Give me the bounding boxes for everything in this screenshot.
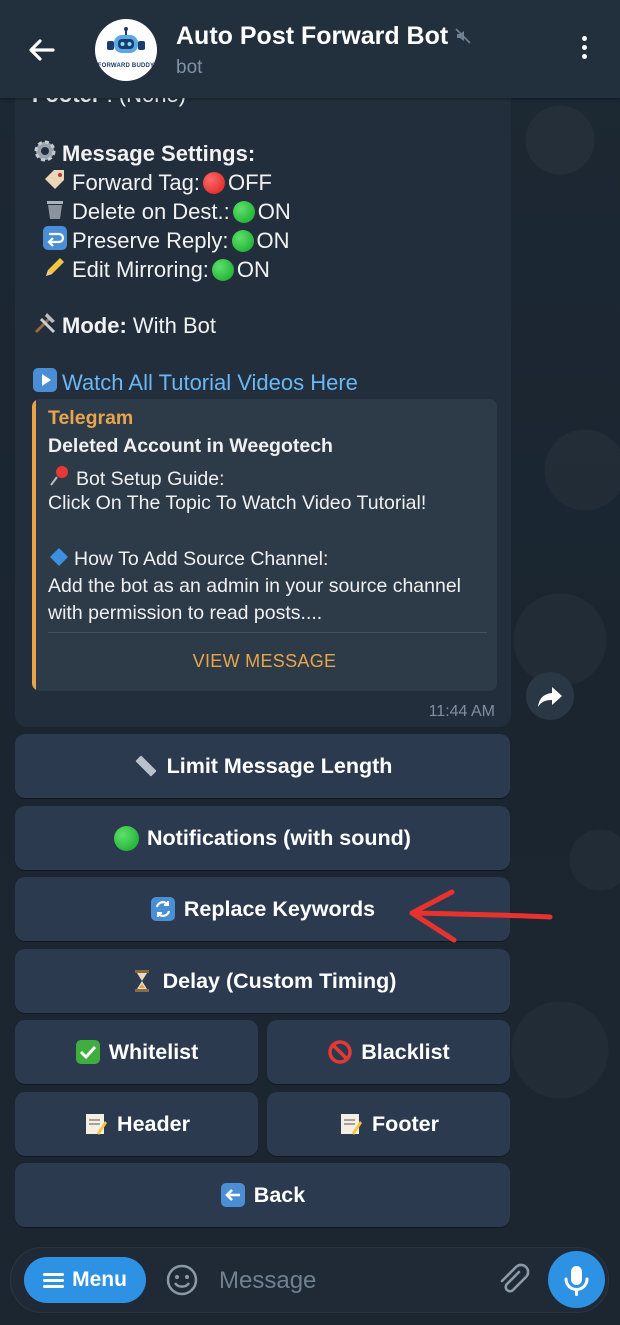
settings-title-line: Message Settings: <box>32 138 255 167</box>
menu-button[interactable]: Menu <box>24 1257 146 1303</box>
green-circle-icon <box>211 259 234 281</box>
preview-site-name: Telegram <box>48 407 134 429</box>
preview-line-2: Click On The Topic To Watch Video Tutori… <box>48 492 427 514</box>
preview-title: Deleted Account in Weegotech <box>48 435 333 457</box>
hammer-wrench-icon <box>34 313 56 334</box>
footer-button[interactable]: Footer <box>267 1092 510 1156</box>
preview-line-1-text: Bot Setup Guide: <box>76 468 225 490</box>
green-circle-icon <box>114 825 140 851</box>
edit-label: Edit Mirroring: <box>72 257 209 282</box>
blacklist-label: Blacklist <box>361 1039 450 1064</box>
delete-value: ON <box>257 199 291 224</box>
pushpin-icon <box>50 466 68 486</box>
limit-message-length-button[interactable]: Limit Message Length <box>15 734 510 798</box>
blue-diamond-icon <box>50 548 68 566</box>
message-input[interactable] <box>217 1262 481 1300</box>
notifications-label: Notifications (with sound) <box>147 825 411 850</box>
left-arrow-icon <box>220 1183 245 1207</box>
tutorial-line: Watch All Tutorial Videos Here <box>32 367 358 396</box>
mode-label: Mode: <box>62 313 127 338</box>
gear-icon <box>34 140 56 162</box>
preview-divider <box>48 632 487 633</box>
chat-header: FORWARD BUDDY Auto Post Forward Bot bot <box>0 0 620 98</box>
more-options-icon[interactable] <box>574 36 594 66</box>
play-button-icon <box>33 368 57 392</box>
edit-value: ON <box>236 257 270 282</box>
memo-icon <box>341 1114 363 1135</box>
paperclip-icon[interactable] <box>495 1262 531 1298</box>
chat-subtitle: bot <box>176 57 203 78</box>
settings-title: Message Settings: <box>62 141 256 166</box>
message-bubble: Footer : (None) Message Settings: Forwar… <box>15 70 511 727</box>
green-circle-icon <box>231 230 254 252</box>
ruler-icon <box>135 755 156 777</box>
hourglass-icon <box>134 970 149 992</box>
red-pointer-arrow-icon <box>409 889 553 943</box>
back-arrow-icon[interactable] <box>22 30 62 70</box>
header-button[interactable]: Header <box>15 1092 258 1156</box>
whitelist-label: Whitelist <box>108 1039 199 1064</box>
replace-label: Replace Keywords <box>183 896 376 921</box>
mode-value: With Bot <box>132 313 217 338</box>
delay-button[interactable]: Delay (Custom Timing) <box>15 949 510 1013</box>
preview-line-3-text: How To Add Source Channel: <box>74 548 329 570</box>
preview-line-1: Bot Setup Guide: <box>48 464 225 491</box>
prohibited-icon <box>328 1040 353 1064</box>
red-circle-icon <box>202 172 225 194</box>
mode-line: Mode: With Bot <box>32 310 216 339</box>
check-mark-icon <box>75 1040 100 1064</box>
preserve-value: ON <box>256 228 290 253</box>
back-button[interactable]: Back <box>15 1163 510 1227</box>
wastebasket-icon <box>47 201 63 219</box>
delete-label: Delete on Dest.: <box>72 199 230 224</box>
header-label: Header <box>117 1111 190 1136</box>
share-icon <box>538 687 562 707</box>
limit-label: Limit Message Length <box>166 753 393 778</box>
preview-line-5: with permission to read posts.... <box>48 602 323 624</box>
memo-icon <box>86 1114 108 1135</box>
forward-tag-value: OFF <box>227 170 272 195</box>
link-preview[interactable]: Telegram Deleted Account in Weegotech Bo… <box>32 399 497 691</box>
bot-avatar[interactable]: FORWARD BUDDY <box>95 19 157 81</box>
return-arrow-icon <box>43 226 67 250</box>
microphone-icon <box>564 1266 589 1296</box>
avatar-brand-text: FORWARD BUDDY <box>97 63 155 69</box>
message-time: 11:44 AM <box>428 703 495 720</box>
footer-label: Footer <box>372 1111 439 1136</box>
preview-line-4: Add the bot as an admin in your source c… <box>48 575 462 597</box>
share-button[interactable] <box>526 672 574 720</box>
muted-speaker-icon <box>455 28 471 44</box>
menu-label: Menu <box>72 1268 127 1291</box>
delete-on-dest-line: Delete on Dest.: ON <box>42 196 291 225</box>
edit-mirroring-line: Edit Mirroring: ON <box>42 254 270 283</box>
whitelist-button[interactable]: Whitelist <box>15 1020 258 1084</box>
tutorial-link[interactable]: Watch All Tutorial Videos Here <box>62 370 358 395</box>
blacklist-button[interactable]: Blacklist <box>267 1020 510 1084</box>
hamburger-icon <box>43 1270 65 1291</box>
robot-logo-icon <box>107 27 145 53</box>
green-circle-icon <box>232 201 255 223</box>
microphone-button[interactable] <box>548 1251 605 1308</box>
preserve-label: Preserve Reply: <box>72 228 229 253</box>
delay-label: Delay (Custom Timing) <box>162 968 397 993</box>
forward-tag-line: Forward Tag: OFF <box>42 167 272 196</box>
preserve-reply-line: Preserve Reply: ON <box>42 225 290 254</box>
back-label: Back <box>253 1182 306 1207</box>
smiley-icon[interactable] <box>165 1263 199 1297</box>
tag-icon <box>45 170 64 189</box>
forward-tag-label: Forward Tag: <box>72 170 200 195</box>
chat-title[interactable]: Auto Post Forward Bot <box>176 22 448 51</box>
view-message-button[interactable]: VIEW MESSAGE <box>32 641 497 681</box>
message-input-bar: Menu <box>10 1247 609 1313</box>
pencil-icon <box>46 258 64 276</box>
notifications-button[interactable]: Notifications (with sound) <box>15 806 510 870</box>
preview-line-3: How To Add Source Channel: <box>48 546 328 571</box>
refresh-icon <box>150 897 175 921</box>
